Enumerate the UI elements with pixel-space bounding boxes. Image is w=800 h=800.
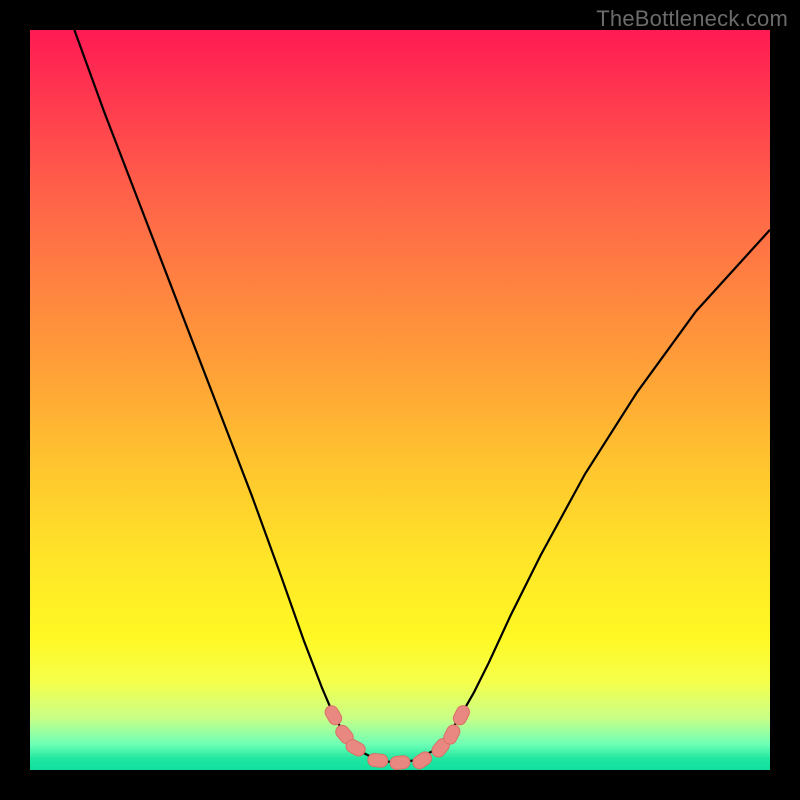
chart-marker (323, 703, 344, 727)
chart-markers-group (323, 703, 472, 770)
bottleneck-curve (74, 30, 770, 763)
chart-svg (30, 30, 770, 770)
watermark-text: TheBottleneck.com (596, 6, 788, 32)
chart-marker (389, 755, 410, 770)
chart-marker (367, 753, 388, 768)
chart-plot-area (30, 30, 770, 770)
chart-marker (451, 703, 472, 727)
